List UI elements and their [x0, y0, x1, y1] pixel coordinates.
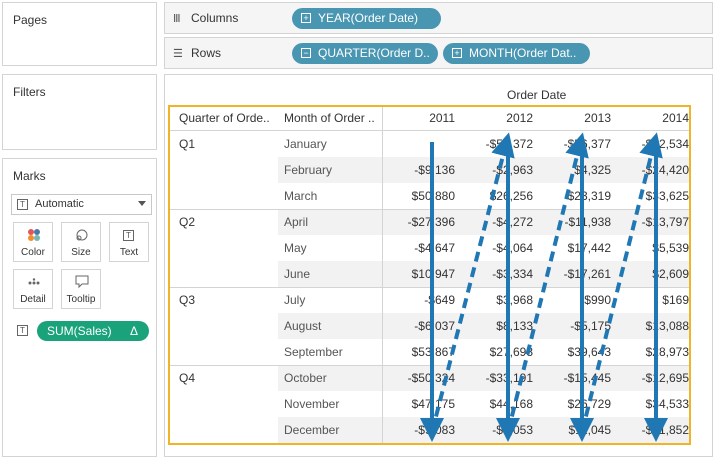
- rows-label: Rows: [191, 46, 222, 60]
- sum-sales-label: SUM(Sales): [47, 324, 112, 338]
- columns-shelf[interactable]: Ⅲ Columns + YEAR(Order Date): [164, 2, 713, 34]
- size-button[interactable]: Size: [61, 222, 101, 262]
- detail-icon: [28, 278, 40, 285]
- text-button[interactable]: T Text: [109, 222, 149, 262]
- text-encoding-icon: T: [17, 325, 28, 336]
- marks-panel: Marks T Automatic Color Size T Text Deta…: [2, 158, 157, 457]
- color-button[interactable]: Color: [13, 222, 53, 262]
- delta-icon: Δ: [129, 324, 138, 338]
- filters-panel[interactable]: Filters: [2, 74, 157, 150]
- color-label: Color: [21, 247, 45, 258]
- column-group-header: Order Date: [507, 88, 567, 102]
- columns-icon: Ⅲ: [173, 13, 181, 25]
- rows-icon: ☰: [173, 48, 183, 60]
- month-order-date-pill[interactable]: + MONTH(Order Dat..: [443, 43, 590, 64]
- pill-label: MONTH(Order Dat..: [469, 46, 577, 60]
- highlight-frame: [168, 105, 691, 445]
- tooltip-button[interactable]: Tooltip: [61, 269, 101, 309]
- quarter-order-date-pill[interactable]: − QUARTER(Order D..: [292, 43, 438, 64]
- mark-type-dropdown[interactable]: T Automatic: [11, 194, 152, 215]
- detail-label: Detail: [20, 294, 46, 305]
- sum-sales-pill[interactable]: SUM(Sales) Δ: [37, 321, 149, 341]
- year-order-date-pill[interactable]: + YEAR(Order Date): [292, 8, 441, 29]
- tooltip-label: Tooltip: [66, 294, 96, 305]
- text-label: Text: [119, 247, 139, 258]
- marks-title: Marks: [13, 169, 46, 183]
- size-label: Size: [71, 247, 91, 258]
- pages-panel: Pages: [2, 2, 157, 66]
- filters-title: Filters: [13, 85, 46, 99]
- pill-label: YEAR(Order Date): [318, 11, 419, 25]
- text-mark-icon: T: [17, 199, 28, 210]
- rows-shelf[interactable]: ☰ Rows − QUARTER(Order D.. + MONTH(Order…: [164, 37, 713, 69]
- tooltip-icon: [75, 275, 89, 289]
- minus-icon: −: [301, 48, 311, 58]
- pill-label: QUARTER(Order D..: [318, 46, 430, 60]
- plus-icon: +: [301, 13, 311, 23]
- chevron-down-icon: [138, 201, 146, 206]
- color-dots-icon: [28, 229, 40, 241]
- text-icon: T: [123, 230, 134, 241]
- pages-title: Pages: [13, 13, 48, 27]
- detail-button[interactable]: Detail: [13, 269, 53, 309]
- columns-label: Columns: [191, 11, 239, 25]
- plus-icon: +: [452, 48, 462, 58]
- mark-type-label: Automatic: [35, 198, 84, 210]
- size-icon: [76, 229, 88, 241]
